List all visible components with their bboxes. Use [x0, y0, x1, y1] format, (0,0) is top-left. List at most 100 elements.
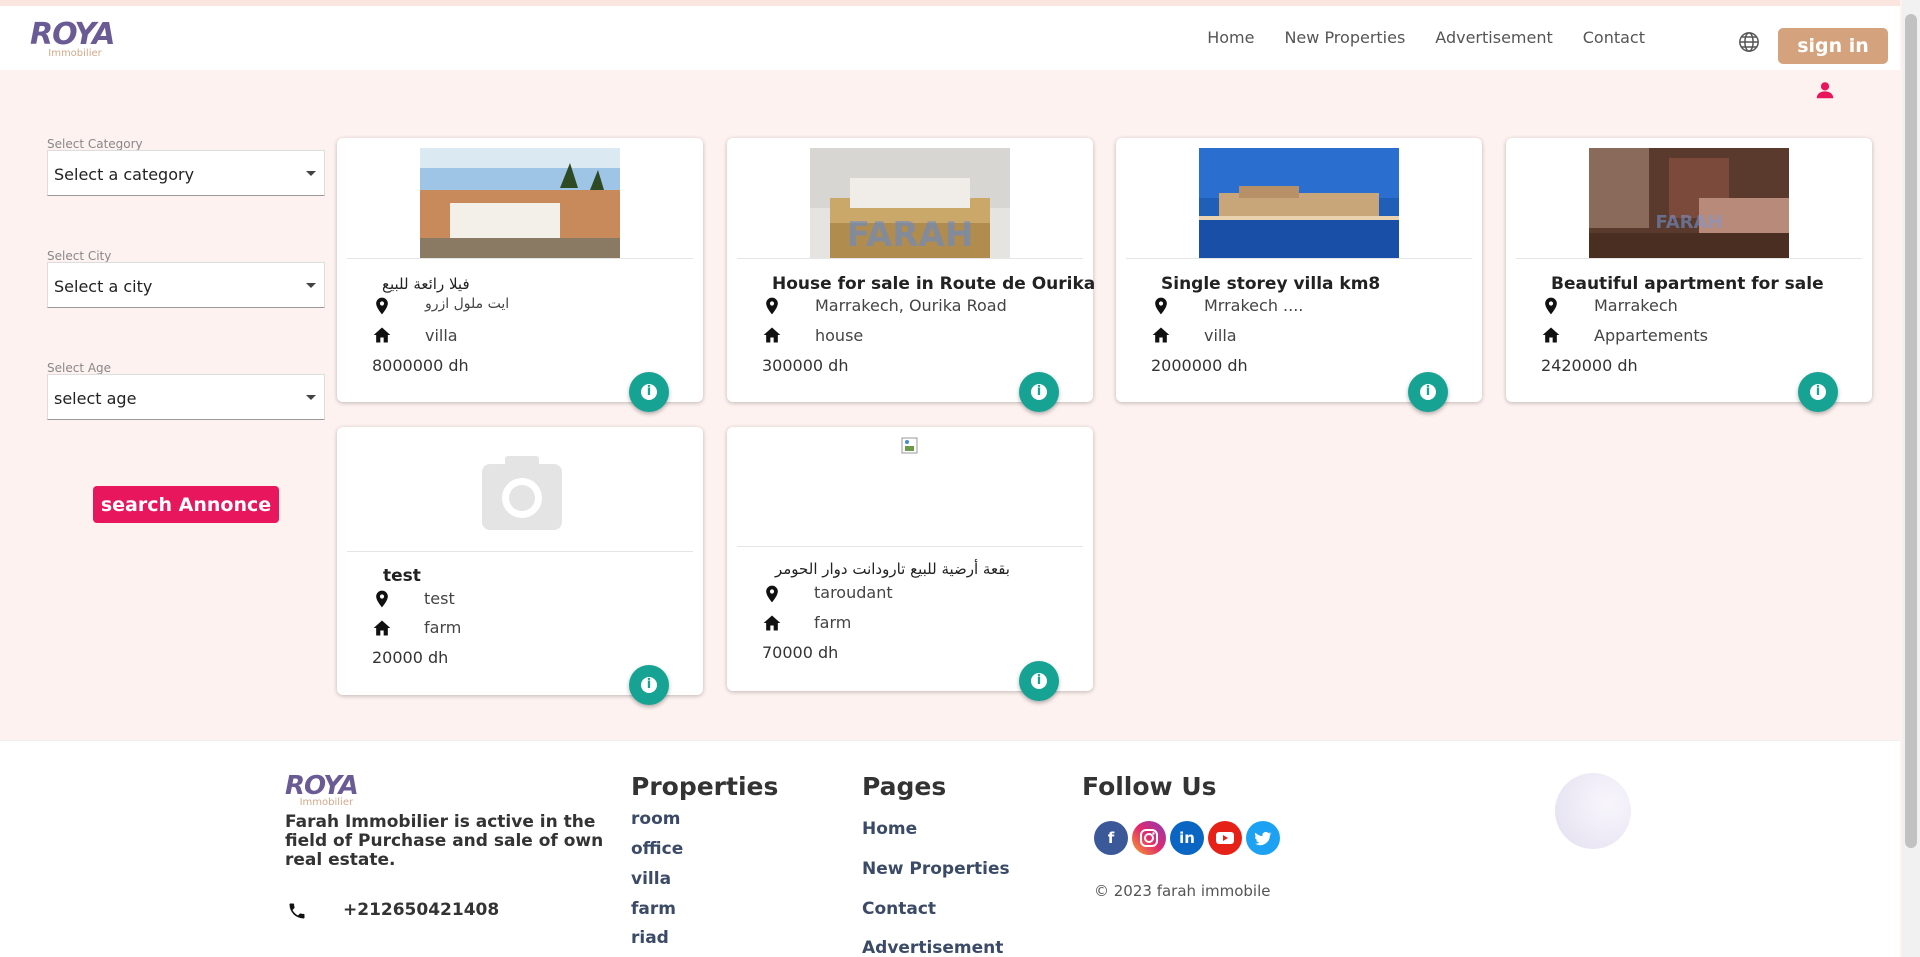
category-select-value: Select a category — [54, 165, 195, 184]
age-select-value: select age — [54, 389, 137, 408]
facebook-icon[interactable]: f — [1094, 821, 1128, 855]
footer-property-farm[interactable]: farm — [631, 899, 676, 919]
card-divider — [737, 258, 1083, 259]
property-card[interactable]: Single storey villa km8 Mrrakech .... vi… — [1116, 138, 1482, 412]
card-price: 70000 dh — [762, 643, 839, 662]
info-button[interactable]: i — [1019, 372, 1059, 412]
nav-contact[interactable]: Contact — [1583, 28, 1645, 47]
property-image[interactable]: FARAH — [1589, 148, 1789, 258]
card-divider — [347, 551, 693, 552]
footer-logo-subtext: Immobilier — [299, 797, 354, 808]
chevron-down-icon — [306, 283, 316, 288]
footer-property-office[interactable]: office — [631, 839, 683, 859]
property-card[interactable]: FARAH Beautiful apartment for sale Marra… — [1506, 138, 1872, 412]
card-divider — [1126, 258, 1472, 259]
card-price: 20000 dh — [372, 648, 449, 667]
linkedin-icon[interactable]: in — [1170, 821, 1204, 855]
scrollbar[interactable] — [1902, 0, 1920, 957]
chevron-down-icon — [306, 395, 316, 400]
home-icon — [373, 620, 391, 636]
property-image[interactable] — [1199, 148, 1399, 258]
location-pin-icon — [376, 590, 388, 608]
age-select[interactable]: select age — [47, 374, 325, 420]
property-card[interactable]: FARAH House for sale in Route de Ourika … — [727, 138, 1096, 412]
property-image[interactable]: FARAH — [810, 148, 1010, 258]
info-icon: i — [1815, 384, 1821, 399]
location-pin-icon — [766, 297, 778, 315]
logo-subtext: Immobilier — [48, 48, 102, 59]
nav-links: Home New Properties Advertisement Contac… — [1207, 28, 1645, 47]
footer-description: Farah Immobilier is active in the field … — [285, 812, 604, 870]
logo-text: ROYA — [30, 17, 116, 52]
footer-property-riad[interactable]: riad — [631, 928, 669, 948]
city-select[interactable]: Select a city — [47, 262, 325, 308]
card-title: House for sale in Route de Ourika — [772, 274, 1096, 294]
phone-icon — [289, 903, 305, 919]
info-button[interactable]: i — [629, 665, 669, 705]
footer-property-room[interactable]: room — [631, 809, 680, 829]
decorative-circle — [1555, 773, 1631, 849]
card-divider — [347, 258, 693, 259]
user-icon[interactable] — [1814, 79, 1836, 101]
instagram-icon[interactable] — [1132, 821, 1166, 855]
navbar: ROYA Immobilier Home New Properties Adve… — [0, 6, 1900, 70]
footer-page-new-properties[interactable]: New Properties — [862, 859, 1010, 879]
category-select[interactable]: Select a category — [47, 150, 325, 196]
footer-property-villa[interactable]: villa — [631, 869, 671, 889]
property-card[interactable]: بقعة أرضية للبيع تارودانت دوار الحومر ta… — [727, 427, 1093, 701]
card-price: 2420000 dh — [1541, 356, 1638, 375]
card-type: farm — [424, 618, 462, 637]
footer-page-advertisement[interactable]: Advertisement — [862, 938, 1003, 957]
home-icon — [763, 327, 781, 343]
footer-page-contact[interactable]: Contact — [862, 899, 936, 919]
search-annonce-button[interactable]: search Annonce — [93, 486, 279, 523]
card-location: ايت ملول ازرو — [425, 296, 510, 312]
info-icon: i — [1036, 384, 1042, 399]
card-title: Beautiful apartment for sale — [1551, 274, 1824, 294]
info-icon: i — [1425, 384, 1431, 399]
property-card[interactable]: test test farm 20000 dh i — [337, 427, 703, 705]
location-pin-icon — [376, 297, 388, 315]
property-card[interactable]: فيلا رائعة للبيع ايت ملول ازرو villa 800… — [337, 138, 703, 412]
card-location: Marrakech — [1594, 296, 1678, 315]
category-label: Select Category — [47, 137, 143, 151]
footer-phone[interactable]: +212650421408 — [343, 900, 499, 920]
svg-text:FARAH: FARAH — [1655, 212, 1722, 233]
info-icon: i — [1036, 673, 1042, 688]
location-pin-icon — [1155, 297, 1167, 315]
info-button[interactable]: i — [1408, 372, 1448, 412]
globe-icon[interactable] — [1738, 31, 1760, 53]
property-image[interactable] — [420, 148, 620, 258]
logo[interactable]: ROYA Immobilier — [30, 17, 116, 68]
youtube-icon[interactable] — [1208, 821, 1242, 855]
info-button[interactable]: i — [629, 372, 669, 412]
footer: ROYA Immobilier Farah Immobilier is acti… — [0, 740, 1900, 957]
nav-new-properties[interactable]: New Properties — [1284, 28, 1405, 47]
nav-home[interactable]: Home — [1207, 28, 1254, 47]
card-type: Appartements — [1594, 326, 1708, 345]
properties-heading: Properties — [631, 772, 779, 801]
twitter-icon[interactable] — [1246, 821, 1280, 855]
home-icon — [1152, 327, 1170, 343]
footer-page-home[interactable]: Home — [862, 819, 917, 839]
svg-text:FARAH: FARAH — [847, 215, 974, 255]
card-price: 300000 dh — [762, 356, 849, 375]
info-icon: i — [646, 677, 652, 692]
card-divider — [737, 546, 1083, 547]
location-pin-icon — [766, 585, 778, 603]
copyright: © 2023 farah immobile — [1094, 882, 1271, 900]
city-label: Select City — [47, 249, 112, 263]
card-type: villa — [1204, 326, 1237, 345]
card-type: villa — [425, 326, 458, 345]
scroll-thumb[interactable] — [1905, 14, 1917, 848]
pages-heading: Pages — [862, 772, 947, 801]
card-type: house — [815, 326, 864, 345]
city-select-value: Select a city — [54, 277, 153, 296]
info-button[interactable]: i — [1798, 372, 1838, 412]
info-button[interactable]: i — [1019, 661, 1059, 701]
property-image-placeholder[interactable] — [420, 437, 620, 547]
footer-logo[interactable]: ROYA Immobilier — [285, 771, 359, 808]
nav-advertisement[interactable]: Advertisement — [1435, 28, 1552, 47]
card-location: Mrrakech .... — [1204, 296, 1304, 315]
sign-in-button[interactable]: sign in — [1778, 28, 1888, 64]
